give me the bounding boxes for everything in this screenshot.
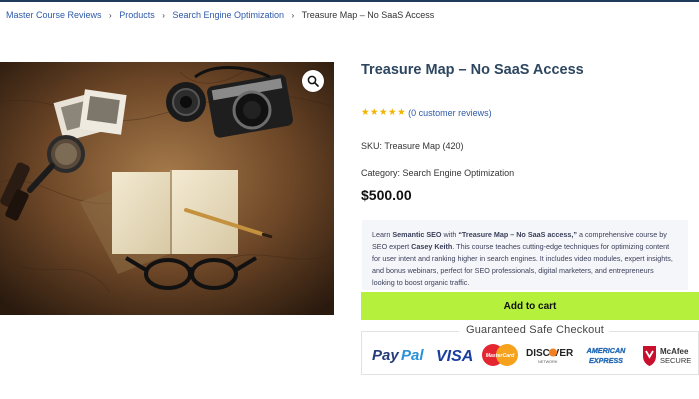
svg-text:AMERICAN: AMERICAN [586,346,627,355]
mcafee-secure-logo-icon: McAfee SECURE [643,346,691,366]
breadcrumb-link-products[interactable]: Products [119,10,155,20]
visa-logo-icon: VISA [436,348,473,365]
breadcrumb-link-seo[interactable]: Search Engine Optimization [172,10,284,20]
product-rating: ★★★★★ (0 customer reviews) [361,107,492,118]
chevron-right-icon: › [291,11,295,20]
svg-text:McAfee: McAfee [660,347,689,356]
chevron-right-icon: › [109,11,112,20]
top-border [0,0,699,2]
product-sku: SKU: Treasure Map (420) [361,141,464,151]
star-rating-icon: ★★★★★ [361,107,407,118]
payment-logos: Pay Pal VISA MasterCard DISC VER NETWORK… [372,344,691,366]
description-text: Learn Semantic SEO with “Treasure Map – … [372,230,673,287]
product-title: Treasure Map – No SaaS Access [361,62,584,78]
svg-text:SECURE: SECURE [660,356,691,365]
product-image[interactable] [0,62,334,315]
svg-text:Pal: Pal [401,347,424,364]
search-icon [307,75,319,87]
category-label: Category: [361,168,401,178]
breadcrumb: Master Course Reviews › Products › Searc… [6,9,434,22]
camera-lens-icon [166,82,206,122]
svg-text:Pay: Pay [372,347,399,364]
svg-text:NETWORK: NETWORK [538,360,558,364]
american-express-logo-icon: AMERICAN EXPRESS [580,345,632,365]
paypal-logo-icon: Pay Pal [372,347,424,364]
product-description: Learn Semantic SEO with “Treasure Map – … [362,220,688,290]
mastercard-logo-icon: MasterCard [482,344,518,366]
reviews-link[interactable]: (0 customer reviews) [408,108,492,118]
zoom-button[interactable] [302,70,324,92]
breadcrumb-link-master-course-reviews[interactable]: Master Course Reviews [6,10,102,20]
add-to-cart-button[interactable]: Add to cart [361,292,699,320]
category-link[interactable]: Search Engine Optimization [403,168,515,178]
product-price: $500.00 [361,187,412,203]
sku-label: SKU: [361,141,383,151]
product-category: Category: Search Engine Optimization [361,168,514,178]
svg-text:EXPRESS: EXPRESS [589,356,623,365]
breadcrumb-current: Treasure Map – No SaaS Access [301,10,435,20]
sku-value: Treasure Map (420) [384,141,464,151]
discover-logo-icon: DISC VER NETWORK [526,348,574,364]
product-photo [0,62,334,315]
chevron-right-icon: › [162,11,165,20]
svg-text:MasterCard: MasterCard [486,353,515,359]
